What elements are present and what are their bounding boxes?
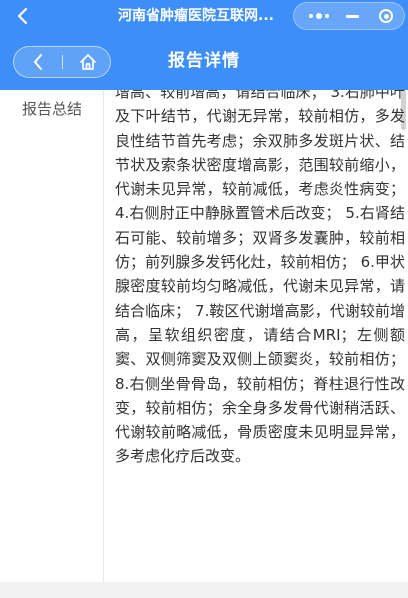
report-summary-text: 增高、较前增高，请结合临床； 3.右肺中叶及下叶结节，代谢无异常，较前相仿，多发… bbox=[115, 90, 405, 466]
scrollbar[interactable] bbox=[401, 90, 406, 130]
report-summary-label: 报告总结 bbox=[21, 100, 82, 118]
close-circle-icon[interactable] bbox=[370, 3, 402, 29]
bottom-band bbox=[0, 582, 408, 598]
nav-capsule bbox=[13, 46, 111, 78]
home-icon[interactable] bbox=[70, 47, 106, 77]
chevron-left-icon[interactable] bbox=[10, 3, 36, 29]
capsule-menu bbox=[293, 2, 405, 30]
value-column: 增高、较前增高，请结合临床； 3.右肺中叶及下叶结节，代谢无异常，较前相仿，多发… bbox=[105, 90, 408, 582]
minimize-icon[interactable] bbox=[336, 3, 368, 29]
report-content[interactable]: 报告总结 增高、较前增高，请结合临床； 3.右肺中叶及下叶结节，代谢无异常，较前… bbox=[0, 90, 408, 582]
label-column: 报告总结 bbox=[0, 90, 104, 582]
back-arrow-icon[interactable] bbox=[20, 47, 56, 77]
mini-program-title-bar: 河南省肿瘤医院互联网... bbox=[0, 0, 408, 33]
nav-divider bbox=[62, 55, 63, 69]
more-dots-icon[interactable] bbox=[302, 3, 336, 29]
window-title: 河南省肿瘤医院互联网... bbox=[118, 8, 274, 24]
page-header: 报告详情 bbox=[0, 33, 408, 90]
